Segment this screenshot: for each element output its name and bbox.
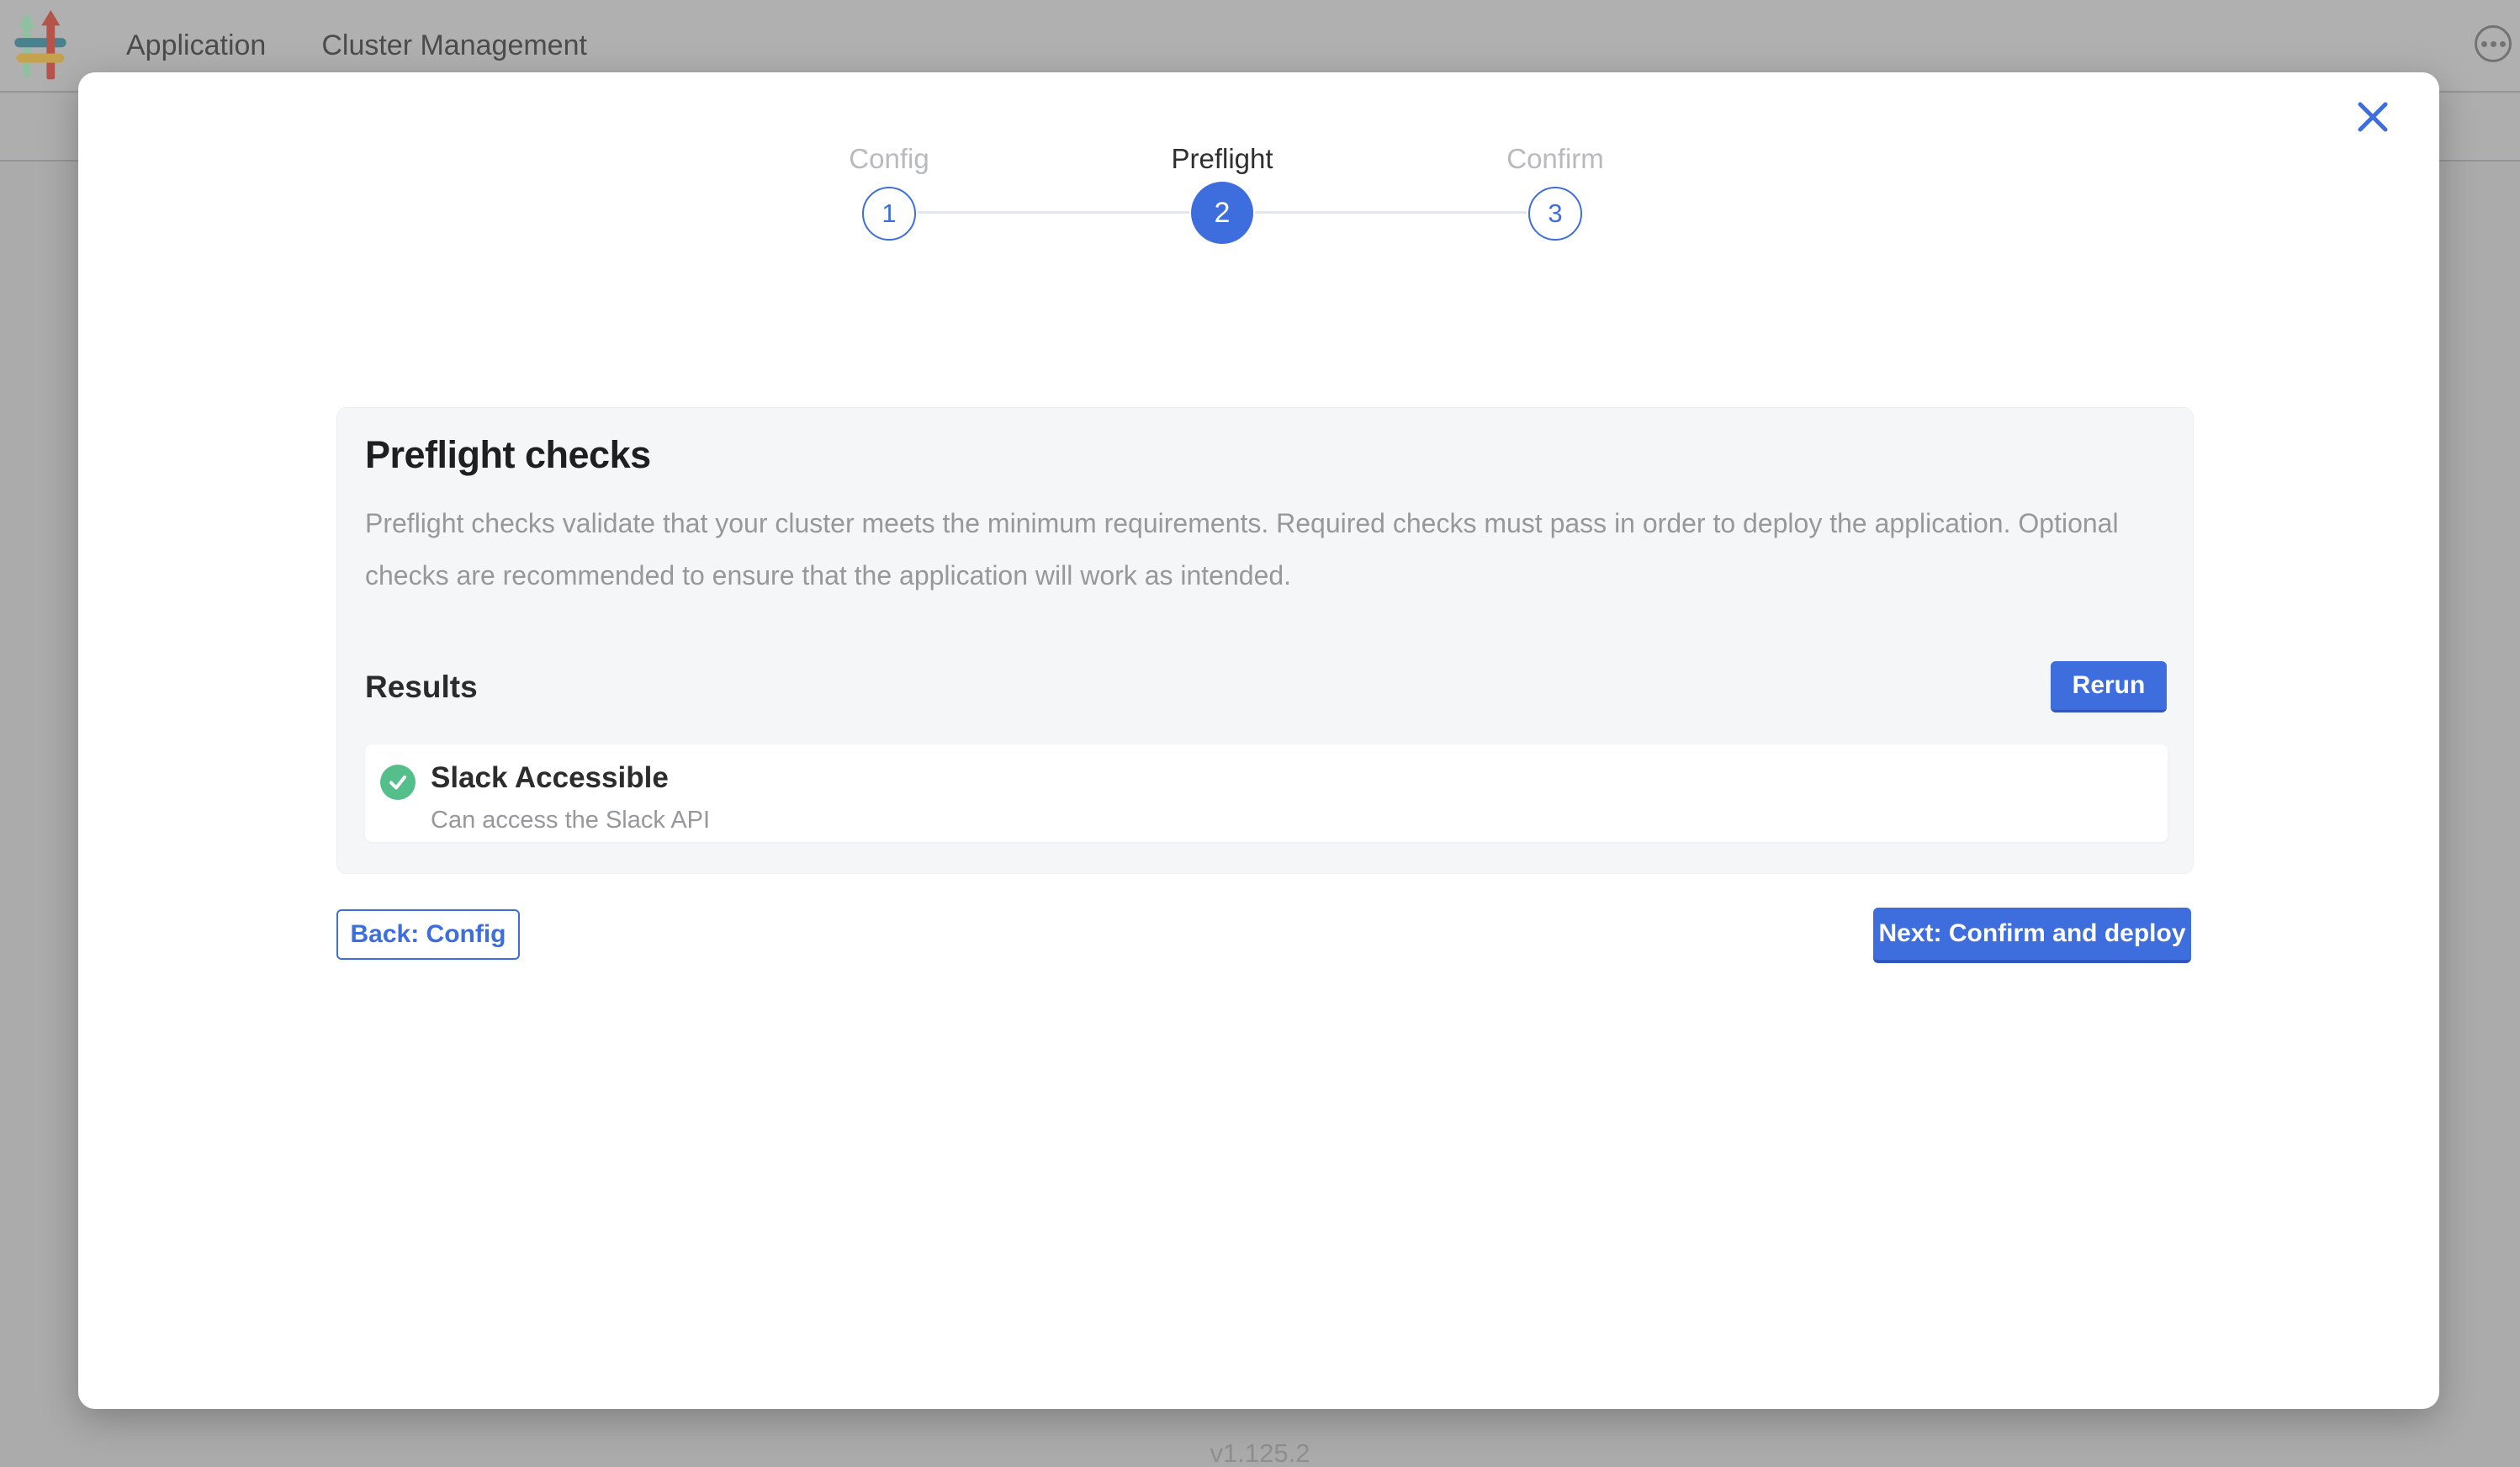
check-title: Slack Accessible bbox=[431, 761, 669, 795]
preflight-description: Preflight checks validate that your clus… bbox=[365, 497, 2167, 601]
preflight-check-row: Slack Accessible Can access the Slack AP… bbox=[365, 744, 2168, 842]
step-circle-confirm[interactable]: 3 bbox=[1528, 187, 1582, 241]
preflight-modal: Config Preflight Confirm 1 2 3 Preflight… bbox=[78, 72, 2439, 1409]
version-label: v1.125.2 bbox=[0, 1438, 2520, 1467]
stepper: Config Preflight Confirm 1 2 3 bbox=[802, 143, 1643, 252]
nav-tab-application[interactable]: Application bbox=[126, 29, 266, 62]
step-circle-config[interactable]: 1 bbox=[862, 187, 916, 241]
next-button[interactable]: Next: Confirm and deploy bbox=[1873, 908, 2191, 963]
check-circle-icon bbox=[380, 765, 416, 800]
step-label-confirm: Confirm bbox=[1387, 143, 1723, 175]
preflight-card: Preflight checks Preflight checks valida… bbox=[336, 407, 2194, 874]
ellipsis-menu-icon[interactable] bbox=[2475, 25, 2512, 62]
check-detail: Can access the Slack API bbox=[431, 807, 710, 834]
results-header-row: Results Rerun bbox=[365, 660, 2167, 713]
step-connector bbox=[918, 211, 1189, 214]
page-title: Preflight checks bbox=[365, 433, 651, 477]
nav-tab-cluster-management[interactable]: Cluster Management bbox=[321, 29, 587, 62]
app-logo-icon bbox=[13, 10, 67, 82]
back-button[interactable]: Back: Config bbox=[336, 909, 520, 960]
step-label-config: Config bbox=[721, 143, 1057, 175]
rerun-button[interactable]: Rerun bbox=[2051, 661, 2167, 712]
results-title: Results bbox=[365, 670, 478, 705]
step-label-preflight: Preflight bbox=[1054, 143, 1390, 175]
step-connector bbox=[1255, 211, 1527, 214]
step-circle-preflight[interactable]: 2 bbox=[1191, 182, 1253, 244]
close-icon[interactable] bbox=[2355, 99, 2390, 135]
screen: Application Cluster Management v1.125.2 … bbox=[0, 0, 2520, 1467]
